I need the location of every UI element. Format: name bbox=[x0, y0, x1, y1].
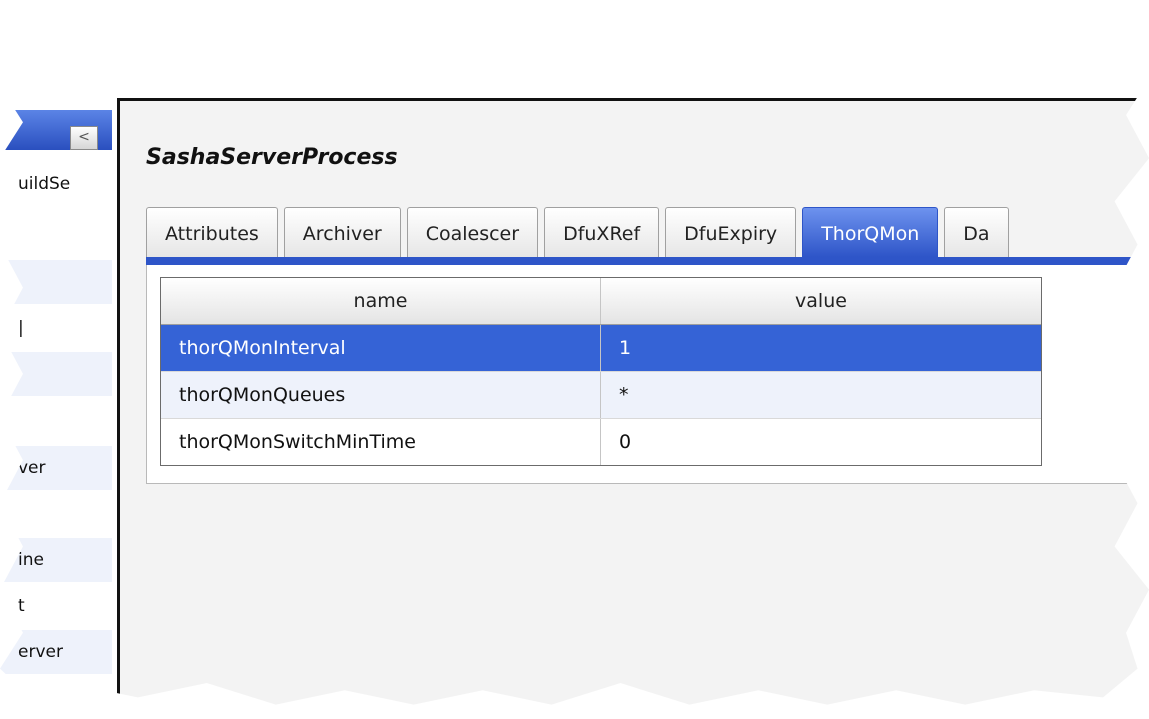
table-row[interactable]: thorQMonInterval 1 bbox=[161, 325, 1041, 372]
component-title: SashaServerProcess bbox=[146, 145, 398, 170]
column-header-name[interactable]: name bbox=[161, 278, 601, 324]
tree-item[interactable]: ver bbox=[0, 446, 112, 490]
tab-content: name value thorQMonInterval 1 thorQMonQu… bbox=[146, 265, 1149, 484]
tree-item[interactable]: | bbox=[0, 306, 112, 350]
tab-attributes[interactable]: Attributes bbox=[146, 207, 278, 257]
tree-item[interactable] bbox=[0, 352, 112, 396]
tree-panel-header: < bbox=[0, 110, 112, 150]
attribute-tabs: Attributes Archiver Coalescer DfuXRef Df… bbox=[146, 207, 1149, 261]
tree-item[interactable]: erver bbox=[0, 630, 112, 674]
tab-dfuexpiry[interactable]: DfuExpiry bbox=[665, 207, 797, 257]
cell-name: thorQMonSwitchMinTime bbox=[161, 419, 601, 465]
collapse-panel-button[interactable]: < bbox=[70, 126, 98, 150]
tree-item[interactable]: ine bbox=[0, 538, 112, 582]
tab-da[interactable]: Da bbox=[944, 207, 1009, 257]
cell-value[interactable]: 0 bbox=[601, 419, 1041, 465]
tab-coalescer[interactable]: Coalescer bbox=[406, 207, 539, 257]
cell-name: thorQMonQueues bbox=[161, 372, 601, 418]
cell-name: thorQMonInterval bbox=[161, 325, 601, 371]
cell-value[interactable]: * bbox=[601, 372, 1041, 418]
table-row[interactable]: thorQMonQueues * bbox=[161, 372, 1041, 419]
component-detail-panel: SashaServerProcess Attributes Archiver C… bbox=[117, 98, 1149, 705]
tab-archiver[interactable]: Archiver bbox=[283, 207, 401, 257]
tree-item[interactable] bbox=[0, 260, 112, 304]
table-row[interactable]: thorQMonSwitchMinTime 0 bbox=[161, 419, 1041, 465]
tree-item[interactable]: t bbox=[0, 584, 112, 628]
screenshot-area: < uildSe | ver ine t erver SashaServerPr… bbox=[0, 7, 1149, 705]
column-header-value[interactable]: value bbox=[601, 278, 1041, 324]
navigation-tree-panel: < uildSe | ver ine t erver bbox=[0, 100, 112, 700]
tab-strip bbox=[146, 257, 1149, 265]
tab-thorqmon[interactable]: ThorQMon bbox=[802, 207, 939, 257]
grid-header: name value bbox=[161, 278, 1041, 325]
tree-item[interactable] bbox=[0, 492, 112, 536]
attribute-grid: name value thorQMonInterval 1 thorQMonQu… bbox=[160, 277, 1042, 466]
tree-item[interactable]: uildSe bbox=[0, 162, 112, 206]
tab-dfuxref[interactable]: DfuXRef bbox=[544, 207, 660, 257]
cell-value[interactable]: 1 bbox=[601, 325, 1041, 371]
